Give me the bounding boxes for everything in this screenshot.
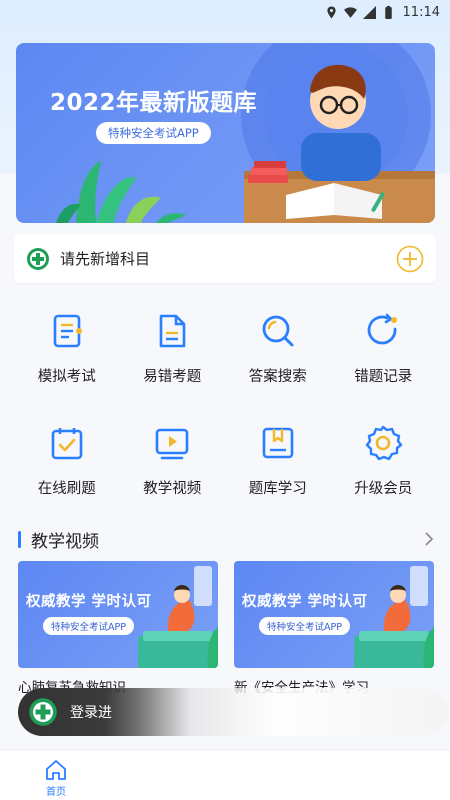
grid-item-upgrade-member[interactable]: 升级会员 [331, 412, 437, 507]
status-time: 11:14 [402, 4, 440, 20]
video-thumbnail[interactable]: 权威教学 学时认可 特种安全考试APP [234, 561, 434, 668]
toast-text: 登录进 [70, 705, 112, 721]
grid-item-label: 升级会员 [354, 481, 413, 497]
calendar-check-icon [51, 428, 83, 460]
thumbnail-illustration [354, 566, 434, 668]
banner-title: 2022年最新版题库 [50, 90, 258, 116]
exam-list-icon [53, 314, 82, 348]
grid-item-wrong-records[interactable]: 错题记录 [331, 300, 437, 395]
grid-item-label: 易错考题 [143, 369, 202, 385]
section-accent-bar [18, 530, 21, 548]
feature-grid: 模拟考试 易错考题 答案搜索 错题记录 在线刷题 教学视频 题库学习 升级会员 [14, 300, 436, 507]
login-toast: 登录进 [18, 688, 448, 736]
add-circle-icon[interactable] [396, 245, 424, 273]
video-card[interactable]: 权威教学 学时认可 特种安全考试APP 心肺复苏急救知识 [18, 561, 218, 696]
chevron-right-icon[interactable] [422, 532, 436, 546]
grid-item-error-prone[interactable]: 易错考题 [120, 300, 226, 395]
refresh-icon [367, 313, 398, 345]
document-icon [159, 314, 186, 348]
add-subject-bar[interactable]: 请先新增科目 [14, 234, 436, 283]
grid-item-label: 教学视频 [143, 481, 202, 497]
grid-item-label: 模拟考试 [37, 369, 96, 385]
signal-icon [362, 5, 376, 19]
video-thumbnail-title: 权威教学 学时认可 [26, 594, 152, 610]
gear-icon [366, 425, 403, 461]
video-thumbnail-title: 权威教学 学时认可 [242, 594, 368, 610]
play-video-icon [155, 428, 189, 460]
status-bar: 11:14 [0, 0, 450, 24]
video-card[interactable]: 权威教学 学时认可 特种安全考试APP 新《安全生产法》学习 [234, 561, 434, 696]
thumbnail-illustration [138, 566, 218, 668]
nav-home[interactable]: 首页 [40, 759, 72, 798]
section-header: 教学视频 [14, 526, 436, 552]
wifi-icon [343, 6, 357, 18]
grid-item-label: 答案搜索 [248, 369, 307, 385]
banner-subtitle: 特种安全考试APP [96, 122, 211, 144]
add-subject-label: 请先新增科目 [60, 250, 151, 268]
battery-icon [384, 5, 392, 19]
nav-home-label: 首页 [46, 787, 66, 798]
grid-item-mock-exam[interactable]: 模拟考试 [14, 300, 120, 395]
home-icon [46, 760, 66, 780]
search-icon [262, 315, 294, 347]
grid-item-label: 题库学习 [248, 481, 307, 497]
bookmark-folder-icon [262, 427, 294, 459]
video-thumbnail-pill: 特种安全考试APP [259, 617, 350, 635]
grid-item-online-practice[interactable]: 在线刷题 [14, 412, 120, 507]
grid-item-label: 在线刷题 [37, 481, 96, 497]
app-logo-icon [27, 247, 49, 270]
app-logo-icon [29, 698, 57, 726]
promo-banner[interactable]: 2022年最新版题库 特种安全考试APP [16, 43, 435, 223]
location-icon [326, 6, 336, 18]
grid-item-label: 错题记录 [354, 369, 413, 385]
section-title: 教学视频 [31, 531, 99, 552]
video-thumbnail[interactable]: 权威教学 学时认可 特种安全考试APP [18, 561, 218, 668]
banner-illustration [56, 43, 435, 223]
grid-item-answer-search[interactable]: 答案搜索 [225, 300, 331, 395]
bottom-nav: 首页 [0, 749, 450, 800]
grid-item-question-bank[interactable]: 题库学习 [225, 412, 331, 507]
grid-item-teaching-video[interactable]: 教学视频 [120, 412, 226, 507]
video-thumbnail-pill: 特种安全考试APP [43, 617, 134, 635]
